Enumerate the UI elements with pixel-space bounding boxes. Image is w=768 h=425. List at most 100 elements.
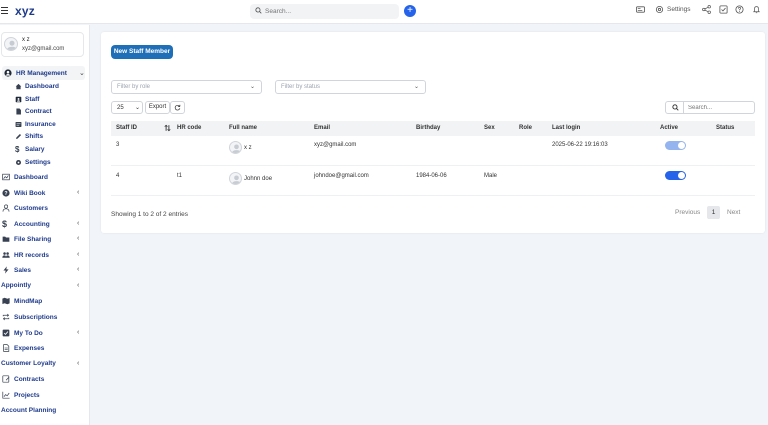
users-icon [2, 252, 10, 258]
column-header-last-login[interactable]: Last login [552, 125, 580, 131]
sidebar-subitem-staff[interactable]: Staff [15, 93, 39, 105]
chevron-left-icon[interactable]: ‹ [77, 235, 79, 242]
sidebar-item-expenses[interactable]: Expenses [0, 341, 90, 355]
sidebar-subitem-shifts[interactable]: Shifts [15, 130, 43, 142]
sidebar-item-account-planning[interactable]: Account Planning [1, 407, 56, 414]
avatar [4, 37, 18, 51]
sidebar-subitem-dashboard[interactable]: Dashboard [15, 80, 59, 92]
chevron-down-icon: ⌄ [249, 84, 255, 90]
sidebar-subitem-insurance[interactable]: Insurance [15, 118, 56, 130]
active-toggle[interactable] [665, 141, 686, 150]
page-length-value: 25 [117, 105, 124, 111]
cell-full-name[interactable]: Johnn doe [244, 176, 272, 182]
page-length-select[interactable]: 25 ⌄ [111, 101, 143, 114]
sidebar-item-subscriptions[interactable]: Subscriptions [0, 310, 90, 324]
sidebar-subitem-contract[interactable]: Contract [15, 105, 52, 117]
chart-icon [2, 173, 10, 181]
sidebar-item-hr-records[interactable]: HR records ‹ [0, 248, 90, 262]
sidebar-item-contracts[interactable]: Contracts [0, 372, 90, 386]
check-square-icon [2, 329, 10, 337]
table-search-button[interactable] [665, 101, 684, 114]
chevron-left-icon[interactable]: ‹ [77, 329, 79, 336]
checkbox-icon[interactable] [719, 5, 728, 14]
column-header-staff-id[interactable]: Staff ID [116, 125, 137, 131]
sidebar-subitem-settings[interactable]: Settings [15, 156, 51, 168]
sidebar-item-projects[interactable]: Projects [0, 388, 90, 402]
user-avatar-icon [6, 40, 17, 50]
sidebar-item-dashboard[interactable]: Dashboard [0, 170, 90, 184]
table-search-input[interactable] [688, 103, 748, 113]
user-avatar-icon [231, 175, 241, 184]
gear-icon [655, 5, 664, 14]
search-icon [255, 7, 262, 14]
cell-full-name[interactable]: x z [244, 145, 252, 151]
chevron-left-icon[interactable]: ‹ [77, 251, 79, 258]
sort-icon[interactable] [164, 124, 171, 132]
contract-icon [2, 375, 10, 383]
settings-link[interactable]: Settings [655, 5, 691, 14]
sidebar-item-customers[interactable]: Customers [0, 201, 90, 215]
pagination-next[interactable]: Next [727, 206, 740, 219]
share-icon[interactable] [702, 5, 711, 14]
filter-role-placeholder: Filter by role [117, 84, 151, 90]
table-row[interactable]: 4 t1 Johnn doe johndoe@gmail.com 1984-06… [111, 166, 755, 196]
refresh-button[interactable] [170, 101, 185, 114]
sidebar-item-label: Customers [14, 204, 48, 212]
column-header-email[interactable]: Email [314, 125, 330, 131]
cell-email: xyz@gmail.com [314, 142, 357, 148]
sidebar-item-accounting[interactable]: $ Accounting ‹ [0, 217, 90, 231]
sidebar-item-customer-loyalty[interactable]: Customer Loyalty ‹ [1, 360, 79, 367]
table-row[interactable]: 3 x z xyz@gmail.com 2025-06-22 19:16:03 [111, 136, 755, 166]
user-avatar-icon [231, 144, 241, 153]
help-icon[interactable] [735, 5, 744, 14]
active-toggle[interactable] [665, 171, 686, 180]
filter-by-role-select[interactable]: Filter by role ⌄ [111, 80, 262, 94]
filter-status-placeholder: Filter by status [281, 84, 321, 90]
column-header-status[interactable]: Status [716, 125, 734, 131]
sidebar-item-mindmap[interactable]: MindMap [0, 294, 90, 308]
sidebar-item-label: Expenses [14, 344, 45, 352]
chevron-down-icon[interactable]: ⌄ [79, 69, 85, 77]
toggle-knob [678, 142, 685, 149]
sidebar-subitem-label: Shifts [25, 132, 44, 140]
sidebar-item-file-sharing[interactable]: File Sharing ‹ [0, 232, 90, 246]
pagination-current-page[interactable]: 1 [707, 206, 720, 219]
user-profile-card[interactable]: x z xyz@gmail.com [1, 32, 84, 57]
sidebar-item-hr-management[interactable]: HR Management ⌄ [2, 66, 85, 80]
global-search[interactable] [250, 4, 399, 19]
filter-by-status-select[interactable]: Filter by status ⌄ [275, 80, 426, 94]
id-badge-icon [15, 96, 22, 102]
chevron-left-icon[interactable]: ‹ [77, 360, 79, 367]
folder-icon [2, 236, 10, 242]
pagination-previous[interactable]: Previous [675, 206, 700, 219]
card-icon[interactable] [636, 5, 645, 14]
column-header-full-name[interactable]: Full name [229, 125, 257, 131]
sidebar-item-sales[interactable]: Sales ‹ [0, 263, 90, 277]
table-search-field[interactable] [684, 101, 755, 114]
sidebar-item-my-to-do[interactable]: My To Do ‹ [0, 326, 90, 340]
chevron-left-icon[interactable]: ‹ [77, 189, 79, 196]
bell-icon[interactable] [752, 5, 761, 14]
sidebar-subitem-salary[interactable]: $ Salary [15, 143, 45, 155]
gear-icon [15, 159, 22, 165]
sidebar-item-label: Contracts [14, 375, 45, 383]
table-info: Showing 1 to 2 of 2 entries [111, 211, 188, 218]
app-logo[interactable]: xyz [15, 4, 35, 18]
quick-add-button[interactable]: + [404, 5, 416, 17]
column-header-hr-code[interactable]: HR code [177, 125, 201, 131]
column-header-birthday[interactable]: Birthday [416, 125, 440, 131]
chevron-left-icon[interactable]: ‹ [77, 220, 79, 227]
sidebar-item-appointly[interactable]: Appointly ‹ [1, 282, 79, 289]
export-button[interactable]: Export [145, 101, 170, 114]
column-header-active[interactable]: Active [660, 125, 678, 131]
menu-icon[interactable] [1, 7, 8, 15]
new-staff-member-button[interactable]: New Staff Member [111, 45, 173, 59]
chevron-left-icon[interactable]: ‹ [77, 266, 79, 273]
chevron-left-icon[interactable]: ‹ [77, 282, 79, 289]
column-header-sex[interactable]: Sex [484, 125, 495, 131]
sidebar-item-label: Account Planning [1, 407, 57, 414]
column-header-role[interactable]: Role [519, 125, 532, 131]
sidebar-item-wiki-book[interactable]: ? Wiki Book ‹ [0, 186, 90, 200]
global-search-input[interactable] [265, 6, 390, 17]
pencil-icon [16, 133, 22, 139]
